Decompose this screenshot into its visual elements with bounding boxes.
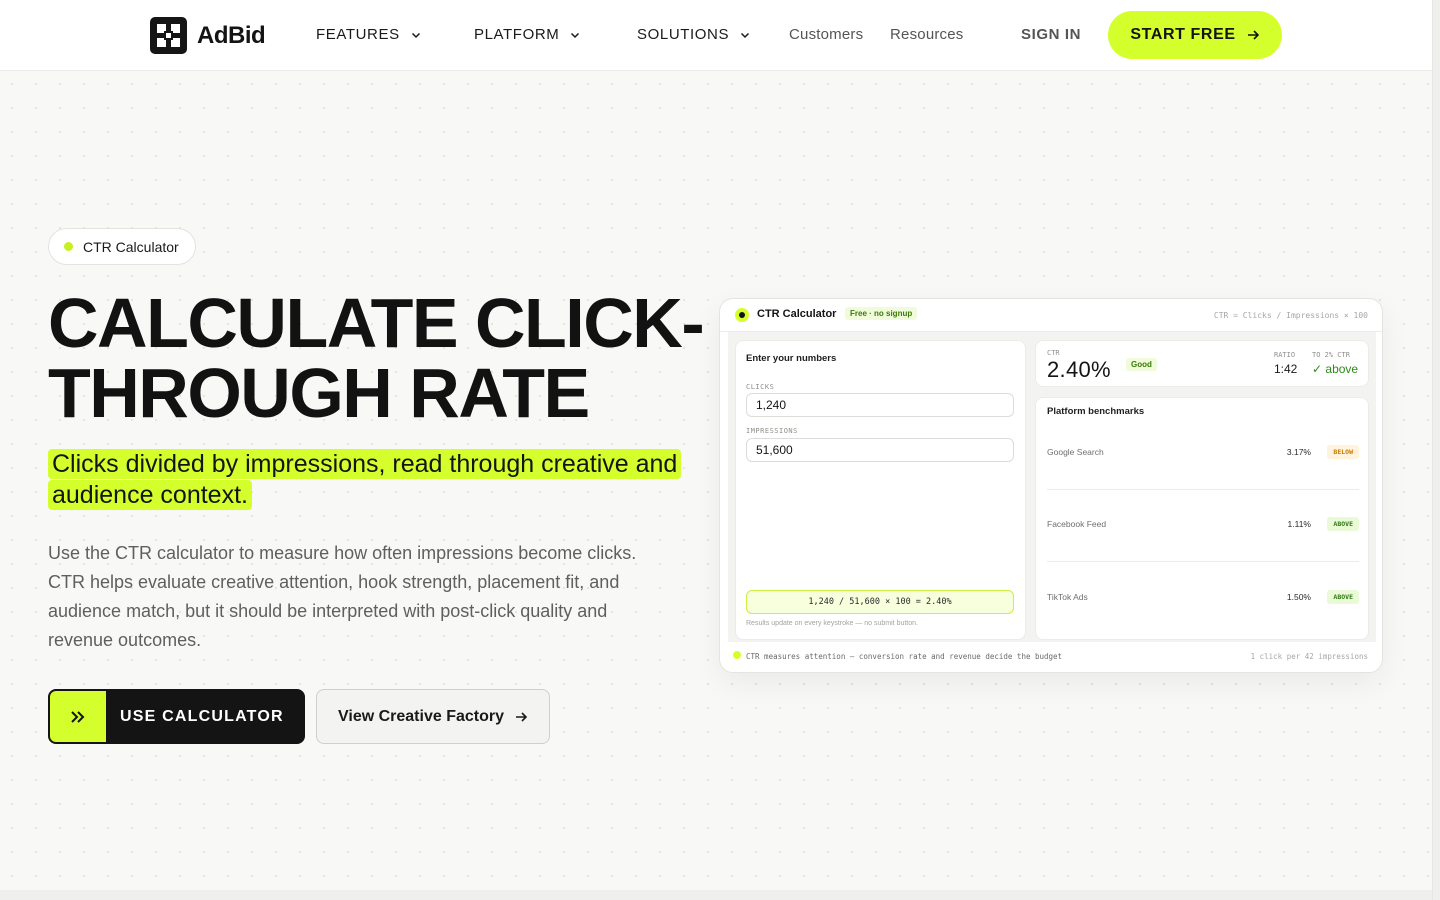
benchmark-value: 1.50%: [1286, 592, 1311, 602]
use-calculator-button[interactable]: USE CALCULATOR: [48, 689, 305, 744]
free-badge: Free · no signup: [845, 307, 918, 320]
page-scrollbar[interactable]: [1432, 0, 1440, 900]
benchmarks-title: Platform benchmarks: [1047, 406, 1145, 417]
footer-note: CTR measures attention — conversion rate…: [746, 652, 1063, 661]
benchmark-row: TikTok Ads 1.50% ABOVE: [1047, 588, 1359, 608]
hero-description: Use the CTR calculator to measure how of…: [48, 543, 637, 650]
impressions-label: IMPRESSIONS: [746, 427, 798, 435]
impressions-input[interactable]: [746, 438, 1014, 462]
divider: [1047, 561, 1359, 562]
arrow-right-icon: [1247, 30, 1259, 40]
nav-platform[interactable]: PLATFORM: [474, 26, 581, 43]
section-pill: CTR Calculator: [48, 228, 196, 265]
double-chevron-right-icon: [50, 691, 106, 742]
benchmark-row: Facebook Feed 1.11% ABOVE: [1047, 515, 1359, 535]
inputs-panel: Enter your numbers CLICKS IMPRESSIONS 1,…: [735, 340, 1026, 640]
nav-platform-label: PLATFORM: [474, 26, 560, 43]
ratio-label: RATIO: [1274, 351, 1296, 359]
page-bottom-edge: [0, 890, 1432, 900]
logo[interactable]: AdBid: [150, 17, 266, 54]
card-header: CTR Calculator Free · no signup CTR = Cl…: [720, 299, 1382, 332]
nav-solutions[interactable]: SOLUTIONS: [637, 26, 751, 43]
nav-resources[interactable]: Resources: [890, 26, 964, 43]
ctr-result-panel: CTR 2.40% Good RATIO 1:42 TO 2% CTR ✓ ab…: [1035, 340, 1369, 387]
start-free-button[interactable]: START FREE: [1108, 11, 1282, 59]
result-note: Results update on every keystroke — no s…: [746, 620, 918, 627]
target-value: ✓ above: [1312, 362, 1359, 376]
ctr-value: 2.40%: [1047, 357, 1111, 382]
result-formula: 1,240 / 51,600 × 100 = 2.40%: [746, 590, 1014, 614]
top-nav: AdBid FEATURES PLATFORM SOLUTIONS Custom…: [0, 0, 1432, 71]
ctr-label: CTR: [1047, 349, 1060, 357]
ctr-rating-badge: Good: [1126, 358, 1157, 371]
clicks-label: CLICKS: [746, 383, 775, 391]
clicks-input[interactable]: [746, 393, 1014, 417]
calculator-icon: [735, 308, 749, 322]
card-title: CTR Calculator: [757, 308, 837, 320]
nav-features[interactable]: FEATURES: [316, 26, 422, 43]
nav-solutions-label: SOLUTIONS: [637, 26, 730, 43]
sign-in-link[interactable]: SIGN IN: [1021, 26, 1081, 43]
benchmark-value: 1.11%: [1287, 519, 1311, 529]
logo-text: AdBid: [197, 21, 266, 49]
card-footer: CTR measures attention — conversion rate…: [720, 642, 1382, 674]
benchmark-status-badge: BELOW: [1327, 445, 1359, 459]
divider: [1047, 489, 1359, 490]
view-creative-factory-button[interactable]: View Creative Factory: [316, 689, 550, 744]
chevron-down-icon: [411, 32, 420, 38]
nav-customers[interactable]: Customers: [789, 26, 863, 43]
benchmarks-panel: Platform benchmarks Google Search 3.17% …: [1035, 397, 1369, 640]
formula-text: CTR = Clicks / Impressions × 100: [1213, 311, 1368, 320]
ratio-value: 1:42: [1274, 362, 1298, 376]
benchmark-name: Google Search: [1047, 447, 1104, 457]
page-title: CALCULATE CLICK-THROUGH RATE: [48, 284, 705, 432]
chevron-down-icon: [571, 32, 580, 38]
status-dot-icon: [733, 651, 741, 659]
chevron-down-icon: [741, 32, 750, 38]
benchmark-name: TikTok Ads: [1047, 592, 1088, 602]
benchmark-status-badge: ABOVE: [1327, 590, 1359, 604]
logo-icon: [150, 17, 187, 54]
view-creative-factory-label: View Creative Factory: [337, 707, 504, 725]
section-pill-label: CTR Calculator: [83, 238, 179, 255]
status-dot-icon: [64, 242, 73, 251]
benchmark-name: Facebook Feed: [1047, 519, 1107, 529]
card-body: Enter your numbers CLICKS IMPRESSIONS 1,…: [728, 332, 1376, 642]
hero-highlight: Clicks divided by impressions, read thro…: [48, 449, 688, 511]
benchmark-status-badge: ABOVE: [1327, 517, 1359, 531]
hero-highlight-text: Clicks divided by impressions, read thro…: [48, 449, 682, 510]
footer-stat: 1 click per 42 impressions: [1250, 652, 1368, 661]
start-free-label: START FREE: [1130, 26, 1236, 43]
ctr-calculator-card: CTR Calculator Free · no signup CTR = Cl…: [719, 298, 1383, 673]
benchmark-row: Google Search 3.17% BELOW: [1047, 443, 1359, 463]
use-calculator-label: USE CALCULATOR: [120, 707, 284, 725]
arrow-right-icon: [516, 711, 528, 722]
benchmark-value: 3.17%: [1286, 447, 1311, 457]
inputs-title: Enter your numbers: [746, 353, 837, 364]
nav-features-label: FEATURES: [316, 26, 400, 43]
target-label: TO 2% CTR: [1312, 351, 1350, 359]
